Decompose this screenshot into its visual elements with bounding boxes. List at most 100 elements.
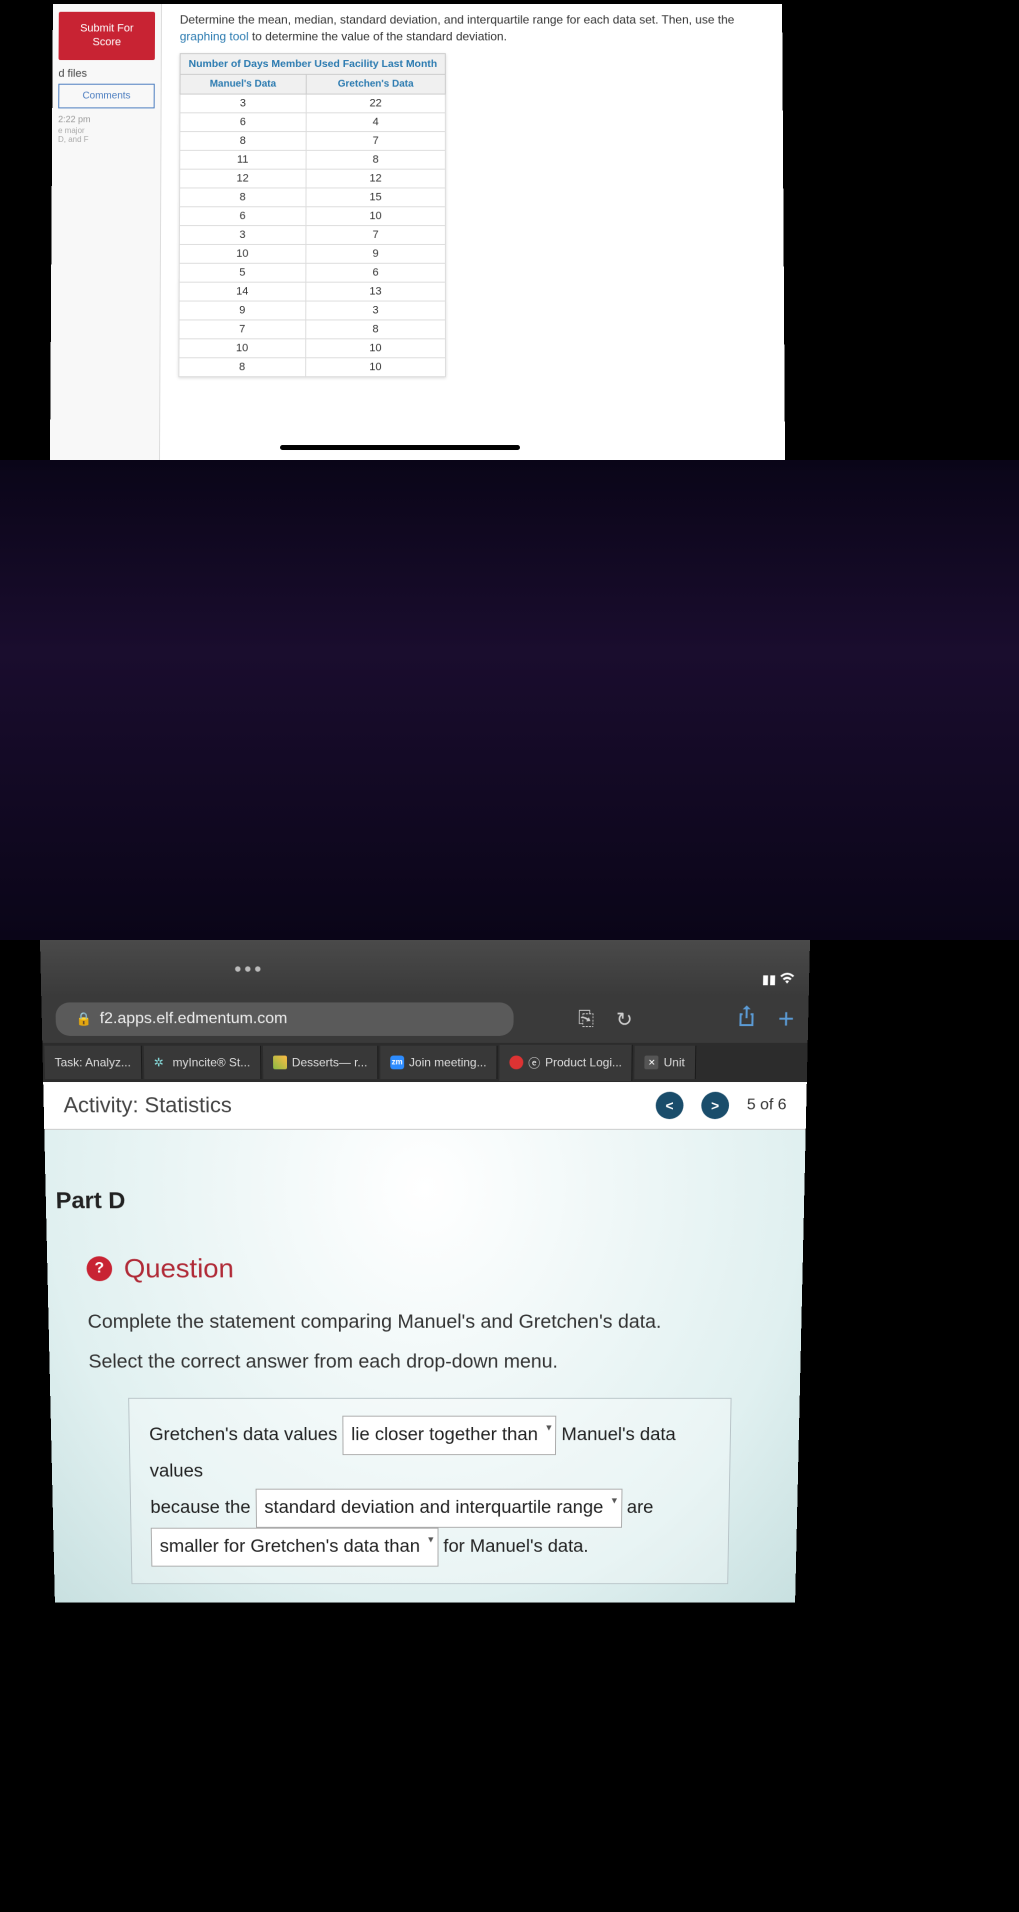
prev-button[interactable]: < bbox=[656, 1092, 684, 1119]
upper-content: Submit For Score d files Comments 2:22 p… bbox=[50, 4, 785, 460]
tab-join-meeting[interactable]: zmJoin meeting... bbox=[380, 1046, 497, 1079]
ipad-top-toolbar: ••• ▮▮ bbox=[40, 940, 810, 996]
next-button[interactable]: > bbox=[701, 1092, 729, 1119]
url-bar-row: 🔒 f2.apps.elf.edmentum.com ⎘ ↻ + bbox=[41, 996, 809, 1043]
table-row: 1010 bbox=[179, 338, 446, 357]
cell-gretchen: 10 bbox=[305, 357, 446, 376]
cell-manuel: 6 bbox=[179, 206, 305, 225]
url-bar[interactable]: 🔒 f2.apps.elf.edmentum.com bbox=[55, 1002, 513, 1036]
table-row: 118 bbox=[180, 150, 446, 169]
instruction-post: to determine the value of the standard d… bbox=[249, 29, 507, 43]
cell-manuel: 5 bbox=[179, 263, 305, 282]
wifi-icon bbox=[779, 972, 795, 987]
table-row: 78 bbox=[179, 320, 446, 339]
part-label: Part D bbox=[55, 1188, 765, 1215]
instruction-text: Determine the mean, median, standard dev… bbox=[180, 12, 765, 45]
answer-box: Gretchen's data values lie closer togeth… bbox=[128, 1398, 731, 1585]
share-icon[interactable] bbox=[736, 1004, 756, 1034]
cell-gretchen: 4 bbox=[306, 112, 446, 131]
cell-manuel: 7 bbox=[179, 320, 305, 339]
cell-gretchen: 3 bbox=[305, 301, 445, 320]
page-position: 5 of 6 bbox=[747, 1097, 787, 1115]
table-row: 1212 bbox=[180, 169, 446, 188]
cell-manuel: 6 bbox=[180, 112, 306, 131]
table-row: 93 bbox=[179, 301, 446, 320]
question-title: Question bbox=[124, 1253, 234, 1284]
tab-product-login[interactable]: ⓔ Product Logi... bbox=[499, 1044, 633, 1080]
content-page: Activity: Statistics < > 5 of 6 Part D ?… bbox=[43, 1082, 807, 1603]
left-panel: Submit For Score d files Comments 2:22 p… bbox=[50, 4, 162, 460]
answer-text: for Manuel's data. bbox=[443, 1537, 588, 1556]
col-header-gretchen: Gretchen's Data bbox=[306, 74, 446, 94]
table-row: 64 bbox=[180, 112, 446, 131]
lock-icon: 🔒 bbox=[75, 1011, 91, 1027]
cell-gretchen: 15 bbox=[306, 188, 446, 207]
files-label: d files bbox=[58, 68, 154, 80]
tab-unit[interactable]: ✕ Unit bbox=[635, 1046, 696, 1079]
home-indicator bbox=[280, 445, 520, 450]
cell-manuel: 14 bbox=[179, 282, 305, 301]
product-icon bbox=[509, 1056, 523, 1070]
tab-myincite[interactable]: ✲ myIncite® St... bbox=[143, 1046, 261, 1079]
answer-text: because the bbox=[150, 1498, 255, 1518]
gear-icon: ✲ bbox=[154, 1056, 168, 1070]
tab-task-analyz[interactable]: Task: Analyz... bbox=[44, 1046, 142, 1079]
cell-gretchen: 22 bbox=[306, 94, 446, 113]
cell-gretchen: 13 bbox=[305, 282, 445, 301]
cell-manuel: 8 bbox=[179, 357, 305, 376]
cell-manuel: 3 bbox=[180, 94, 306, 113]
cell-manuel: 10 bbox=[179, 244, 305, 263]
dropdown-2[interactable]: standard deviation and interquartile ran… bbox=[255, 1489, 622, 1528]
reload-icon[interactable]: ↻ bbox=[616, 1007, 633, 1032]
cell-gretchen: 7 bbox=[306, 131, 446, 150]
table-title: Number of Days Member Used Facility Last… bbox=[180, 53, 446, 74]
graphing-tool-link[interactable]: graphing tool bbox=[180, 29, 249, 43]
table-row: 87 bbox=[180, 131, 446, 150]
tab-desserts[interactable]: Desserts— r... bbox=[263, 1046, 378, 1079]
dropdown-3[interactable]: smaller for Gretchen's data than bbox=[151, 1528, 439, 1567]
table-row: 56 bbox=[179, 263, 445, 282]
cell-manuel: 11 bbox=[180, 150, 306, 169]
cell-manuel: 8 bbox=[180, 188, 306, 207]
activity-title: Activity: Statistics bbox=[63, 1093, 232, 1118]
cell-manuel: 3 bbox=[179, 225, 305, 244]
cell-gretchen: 9 bbox=[305, 244, 445, 263]
part-body: Part D ? Question Complete the statement… bbox=[44, 1130, 805, 1603]
table-row: 815 bbox=[180, 188, 446, 207]
tabs-row: Task: Analyz... ✲ myIncite® St... Dessert… bbox=[42, 1043, 807, 1082]
cell-manuel: 12 bbox=[180, 169, 306, 188]
question-line-2: Select the correct answer from each drop… bbox=[88, 1347, 762, 1377]
more-icon[interactable]: ••• bbox=[234, 959, 264, 982]
dark-gap bbox=[0, 460, 1019, 940]
reader-icon[interactable]: ⎘ bbox=[578, 1008, 594, 1031]
table-row: 37 bbox=[179, 225, 445, 244]
cell-gretchen: 12 bbox=[306, 169, 446, 188]
nav-controls: < > 5 of 6 bbox=[656, 1092, 787, 1119]
tab-label: Product Logi... bbox=[545, 1056, 622, 1070]
dropdown-1[interactable]: lie closer together than bbox=[342, 1416, 556, 1455]
cell-gretchen: 6 bbox=[305, 263, 445, 282]
answer-text: Gretchen's data values bbox=[149, 1425, 342, 1445]
submit-for-score-button[interactable]: Submit For Score bbox=[59, 12, 156, 60]
cell-manuel: 9 bbox=[179, 301, 305, 320]
x-icon: ✕ bbox=[645, 1056, 659, 1070]
comments-link[interactable]: Comments bbox=[58, 83, 155, 108]
status-icons: ▮▮ bbox=[762, 972, 796, 988]
table-row: 322 bbox=[180, 94, 446, 113]
new-tab-icon[interactable]: + bbox=[778, 1003, 795, 1035]
question-line-1: Complete the statement comparing Manuel'… bbox=[87, 1307, 762, 1337]
cell-gretchen: 10 bbox=[305, 338, 446, 357]
laptop-screen: Submit For Score d files Comments 2:22 p… bbox=[50, 4, 785, 460]
minor-text-1: e major bbox=[58, 126, 154, 135]
url-text: f2.apps.elf.edmentum.com bbox=[100, 1010, 288, 1028]
question-icon: ? bbox=[86, 1256, 112, 1281]
tab-label: Unit bbox=[664, 1056, 685, 1070]
col-header-manuel: Manuel's Data bbox=[180, 74, 306, 94]
activity-header: Activity: Statistics < > 5 of 6 bbox=[43, 1082, 807, 1130]
tab-label: myIncite® St... bbox=[172, 1056, 250, 1070]
instruction-pre: Determine the mean, median, standard dev… bbox=[180, 13, 735, 27]
table-row: 109 bbox=[179, 244, 445, 263]
zoom-icon: zm bbox=[390, 1056, 404, 1070]
minor-text-2: D, and F bbox=[58, 135, 155, 144]
cell-gretchen: 7 bbox=[305, 225, 445, 244]
